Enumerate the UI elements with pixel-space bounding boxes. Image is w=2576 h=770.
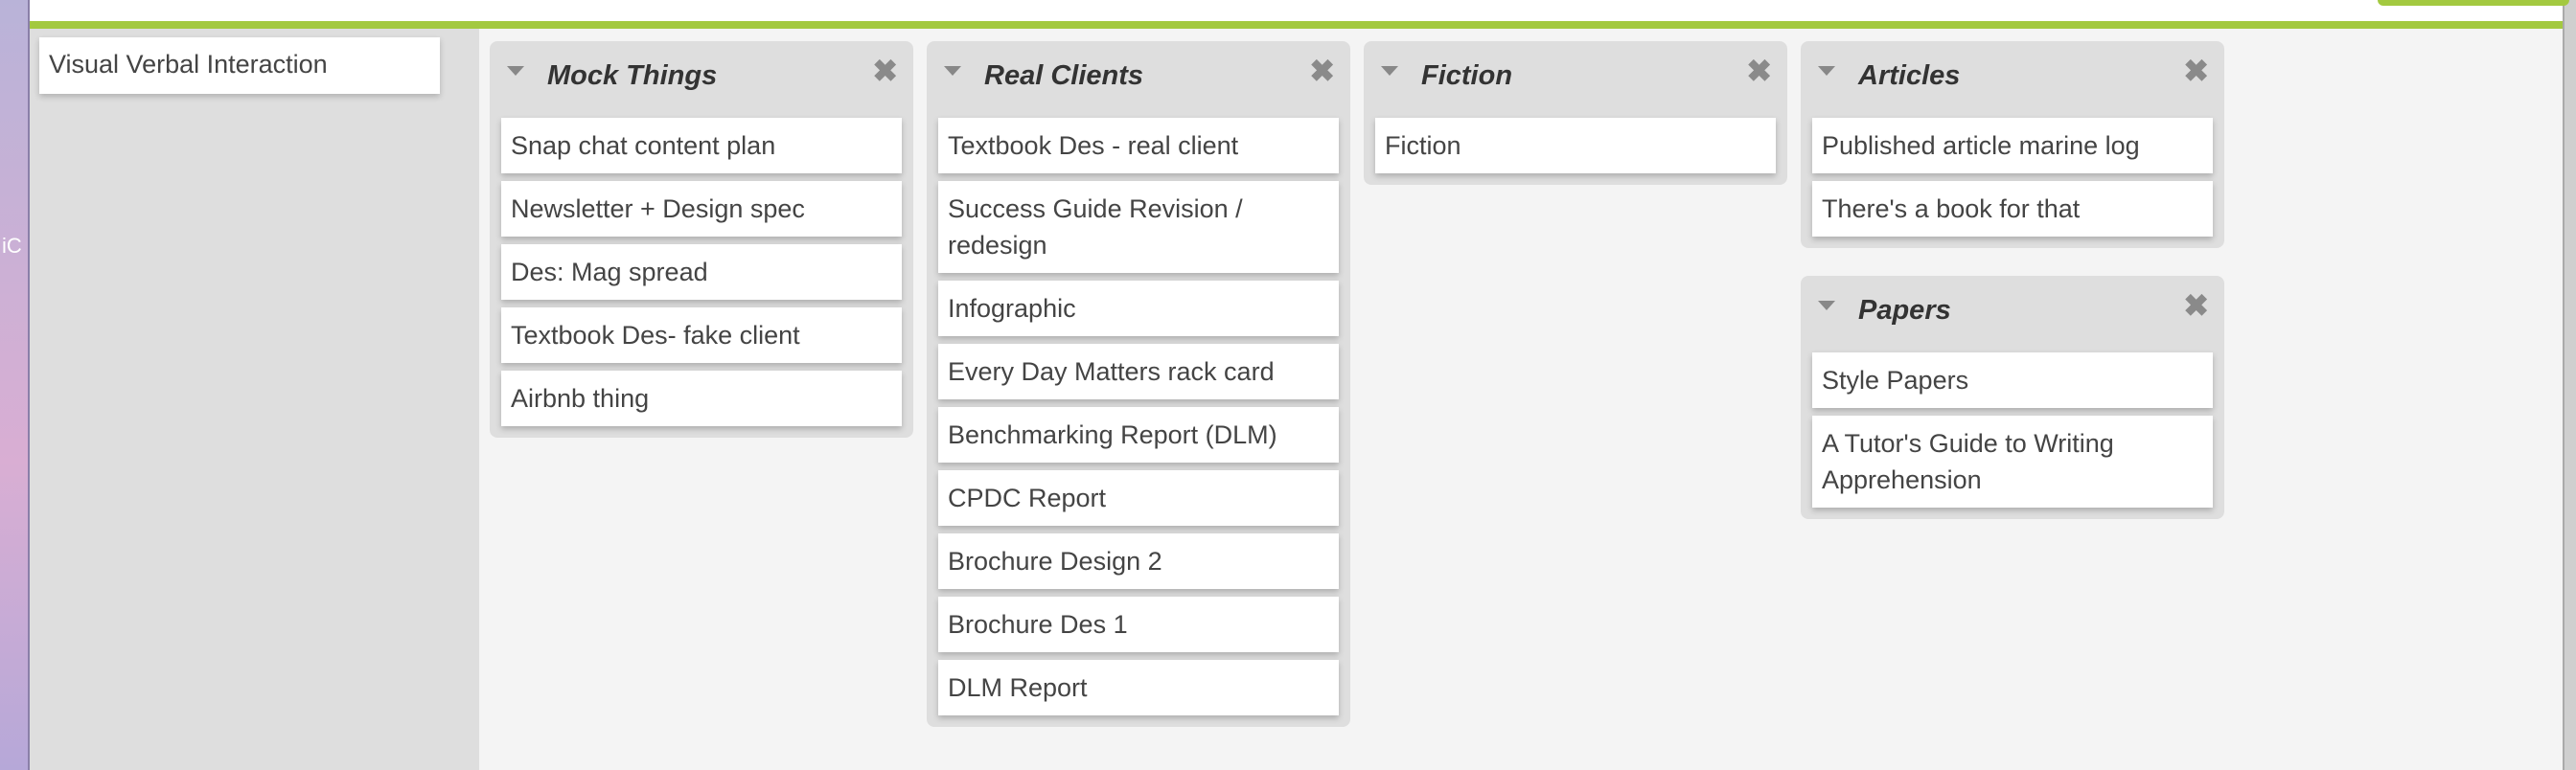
card[interactable]: Fiction bbox=[1375, 118, 1776, 173]
column-title[interactable]: Fiction bbox=[1421, 60, 1512, 92]
collapse-triangle-icon[interactable] bbox=[944, 66, 961, 76]
collapse-triangle-icon[interactable] bbox=[1818, 301, 1835, 310]
desktop-label: iC bbox=[2, 234, 22, 258]
close-icon[interactable]: ✖ bbox=[872, 53, 898, 89]
card[interactable]: Brochure Des 1 bbox=[938, 597, 1339, 652]
card[interactable]: Des: Mag spread bbox=[501, 244, 902, 300]
card[interactable]: Style Papers bbox=[1812, 352, 2213, 408]
desktop-background: iC bbox=[0, 0, 30, 770]
collapse-triangle-icon[interactable] bbox=[507, 66, 524, 76]
list-column: Fiction ✖ Fiction bbox=[1364, 41, 1787, 185]
close-icon[interactable]: ✖ bbox=[2183, 53, 2209, 89]
column-header: Articles ✖ bbox=[1801, 41, 2224, 118]
list-column: Articles ✖ Published article marine log Th… bbox=[1801, 41, 2224, 248]
column-header: Mock Things ✖ bbox=[490, 41, 913, 118]
column-header: Fiction ✖ bbox=[1364, 41, 1787, 118]
card[interactable]: DLM Report bbox=[938, 660, 1339, 715]
card[interactable]: Every Day Matters rack card bbox=[938, 344, 1339, 399]
card[interactable]: Infographic bbox=[938, 281, 1339, 336]
close-icon[interactable]: ✖ bbox=[1309, 53, 1335, 89]
column-title[interactable]: Articles bbox=[1858, 60, 1960, 92]
collapse-triangle-icon[interactable] bbox=[1818, 66, 1835, 76]
card[interactable]: Snap chat content plan bbox=[501, 118, 902, 173]
list-column: Real Clients ✖ Textbook Des - real client… bbox=[927, 41, 1350, 727]
column-title[interactable]: Real Clients bbox=[984, 60, 1143, 92]
card[interactable]: Brochure Design 2 bbox=[938, 533, 1339, 589]
collapse-triangle-icon[interactable] bbox=[1381, 66, 1398, 76]
top-action-button[interactable] bbox=[2378, 0, 2569, 6]
card[interactable]: Published article marine log bbox=[1812, 118, 2213, 173]
card[interactable]: Success Guide Revision / redesign bbox=[938, 181, 1339, 273]
column-title[interactable]: Mock Things bbox=[547, 60, 717, 92]
card[interactable]: Textbook Des - real client bbox=[938, 118, 1339, 173]
column-header: Papers ✖ bbox=[1801, 276, 2224, 352]
list-column: Papers ✖ Style Papers A Tutor's Guide to W… bbox=[1801, 276, 2224, 519]
close-icon[interactable]: ✖ bbox=[1746, 53, 1772, 89]
card[interactable]: A Tutor's Guide to Writing Apprehension bbox=[1812, 416, 2213, 508]
column-title[interactable]: Papers bbox=[1858, 295, 1951, 327]
column-header: Real Clients ✖ bbox=[927, 41, 1350, 118]
card[interactable]: Textbook Des- fake client bbox=[501, 307, 902, 363]
sidebar: Visual Verbal Interaction bbox=[30, 29, 479, 770]
window-edge bbox=[2563, 0, 2576, 770]
card[interactable]: Airbnb thing bbox=[501, 371, 902, 426]
accent-line bbox=[30, 21, 2563, 29]
card[interactable]: There's a book for that bbox=[1812, 181, 2213, 237]
sidebar-item-visual-verbal-interaction[interactable]: Visual Verbal Interaction bbox=[39, 37, 440, 94]
close-icon[interactable]: ✖ bbox=[2183, 287, 2209, 324]
card[interactable]: CPDC Report bbox=[938, 470, 1339, 526]
card[interactable]: Newsletter + Design spec bbox=[501, 181, 902, 237]
card[interactable]: Benchmarking Report (DLM) bbox=[938, 407, 1339, 463]
list-column: Mock Things ✖ Snap chat content plan Newsl… bbox=[490, 41, 913, 438]
top-bar bbox=[30, 0, 2569, 21]
